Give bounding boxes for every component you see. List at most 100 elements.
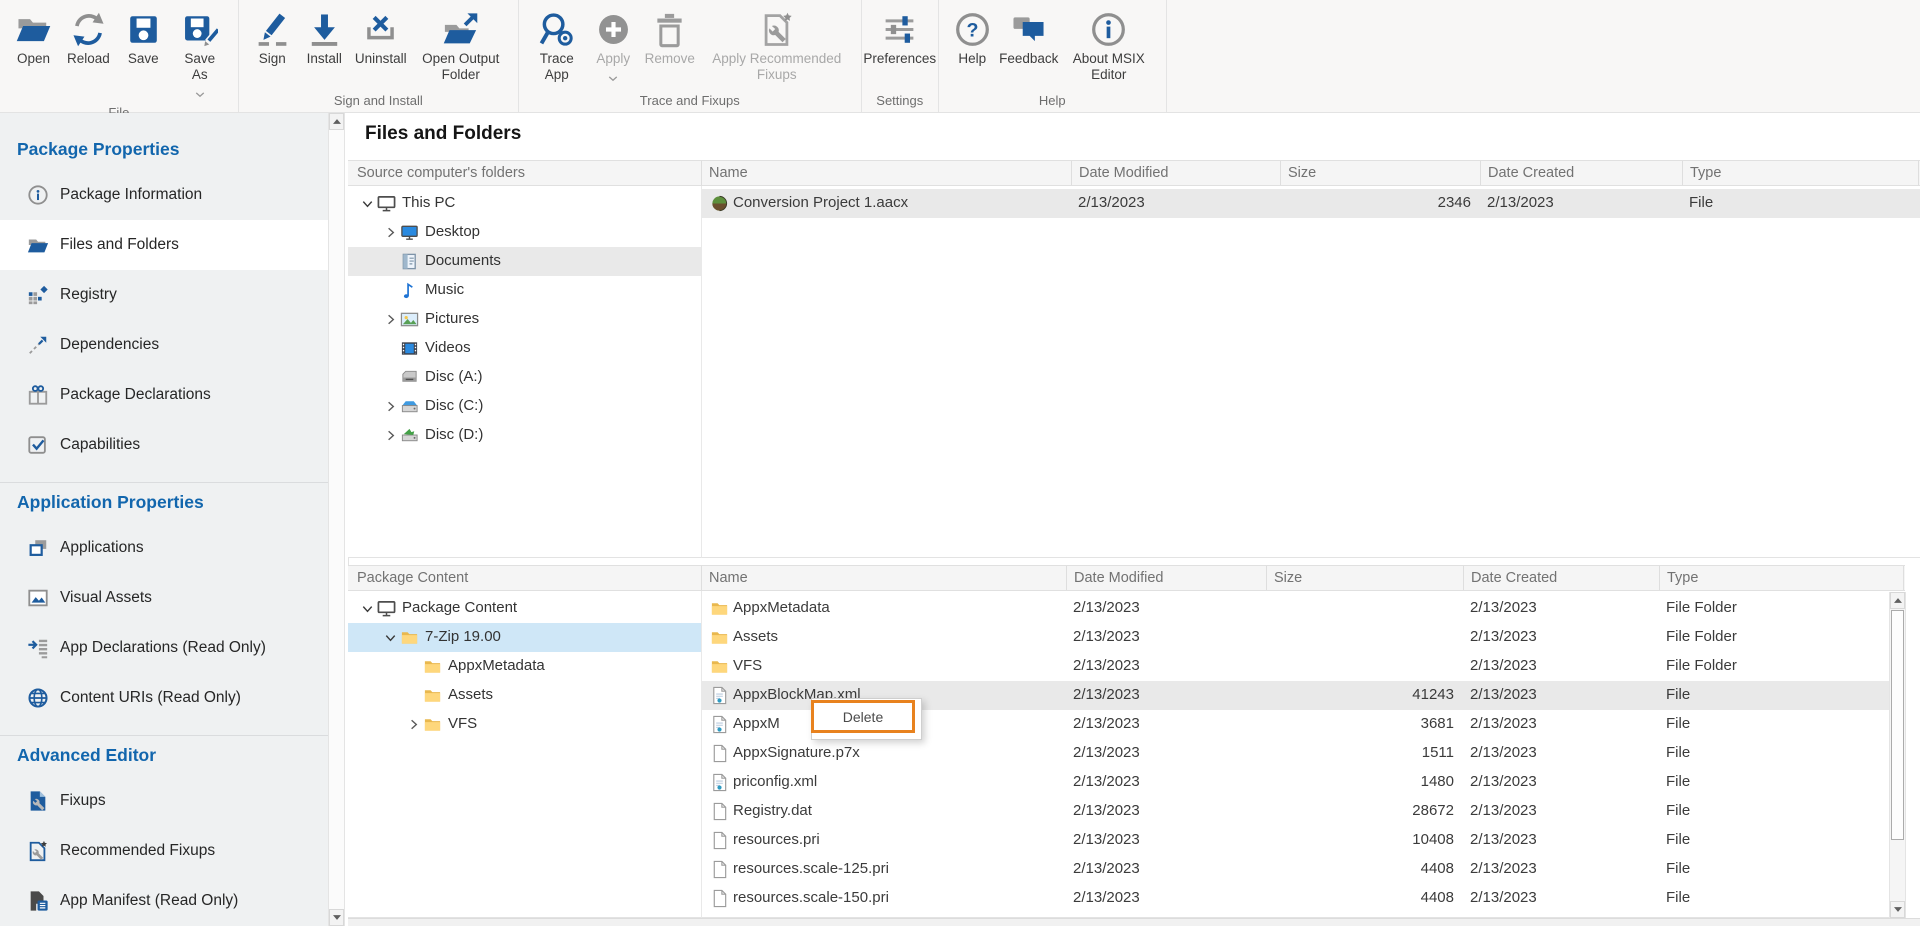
cell-date-created: 2/13/2023 bbox=[1470, 686, 1658, 703]
cell-date-created: 2/13/2023 bbox=[1470, 831, 1658, 848]
column-header-type[interactable]: Type bbox=[1660, 566, 1904, 590]
column-header-size[interactable]: Size bbox=[1267, 566, 1464, 590]
scroll-up-icon[interactable] bbox=[1890, 592, 1905, 609]
ribbon-button-install[interactable]: Install bbox=[300, 8, 349, 68]
expand-chevron-icon[interactable] bbox=[383, 312, 398, 327]
sidebar-scrollbar[interactable] bbox=[328, 113, 345, 926]
expand-chevron-icon[interactable] bbox=[383, 399, 398, 414]
package-content-header: Package Content bbox=[348, 565, 701, 591]
ribbon-button-open[interactable]: Open bbox=[9, 8, 58, 68]
ribbon-button-help[interactable]: ?Help bbox=[948, 8, 997, 68]
ribbon-button-apply-recommended-fixups[interactable]: Apply Recommended Fixups bbox=[702, 8, 852, 84]
expand-chevron-icon[interactable] bbox=[383, 225, 398, 240]
sidebar-item-dependencies[interactable]: Dependencies bbox=[0, 320, 328, 370]
scroll-down-icon[interactable] bbox=[329, 909, 344, 926]
sidebar-item-files-and-folders[interactable]: Files and Folders bbox=[0, 220, 328, 270]
tree-row-this-pc[interactable]: This PC bbox=[348, 189, 701, 218]
monitor-icon bbox=[377, 599, 396, 618]
list-row-resources-scale-125-pri[interactable]: resources.scale-125.pri2/13/202344082/13… bbox=[702, 855, 1889, 884]
sidebar-item-fixups[interactable]: Fixups bbox=[0, 776, 328, 826]
tree-row-pictures[interactable]: Pictures bbox=[348, 305, 701, 334]
applications-icon bbox=[27, 537, 49, 559]
column-header-date-modified[interactable]: Date Modified bbox=[1072, 161, 1281, 185]
list-row-resources-pri[interactable]: resources.pri2/13/2023104082/13/2023File bbox=[702, 826, 1889, 855]
tree-row-documents[interactable]: Documents bbox=[348, 247, 701, 276]
column-header-date-modified[interactable]: Date Modified bbox=[1067, 566, 1267, 590]
ribbon-button-feedback[interactable]: Feedback bbox=[1000, 8, 1058, 68]
tree-row-disc-c[interactable]: Disc (C:) bbox=[348, 392, 701, 421]
sidebar-item-applications[interactable]: Applications bbox=[0, 523, 328, 573]
tree-row-videos[interactable]: Videos bbox=[348, 334, 701, 363]
ribbon-button-sign[interactable]: Sign bbox=[248, 8, 297, 68]
horizontal-scroll-strip[interactable] bbox=[348, 918, 1920, 926]
cell-date-modified: 2/13/2023 bbox=[1078, 194, 1279, 211]
expand-chevron-icon[interactable] bbox=[383, 428, 398, 443]
tree-row-vfs[interactable]: VFS bbox=[348, 710, 701, 739]
tree-row-desktop[interactable]: Desktop bbox=[348, 218, 701, 247]
ribbon-group-settings: PreferencesSettings bbox=[862, 0, 939, 112]
column-header-size[interactable]: Size bbox=[1281, 161, 1481, 185]
pictures-icon bbox=[400, 310, 419, 329]
collapse-chevron-icon[interactable] bbox=[360, 601, 375, 616]
tree-row-disc-d[interactable]: Disc (D:) bbox=[348, 421, 701, 450]
sidebar-item-app-declarations-read-only[interactable]: App Declarations (Read Only) bbox=[0, 623, 328, 673]
sidebar-item-recommended-fixups[interactable]: Recommended Fixups bbox=[0, 826, 328, 876]
expand-chevron-icon[interactable] bbox=[406, 717, 421, 732]
chevron-down-icon[interactable] bbox=[608, 69, 618, 87]
ribbon-button-save[interactable]: Save bbox=[119, 8, 168, 68]
collapse-chevron-icon[interactable] bbox=[383, 630, 398, 645]
sidebar-item-package-declarations[interactable]: Package Declarations bbox=[0, 370, 328, 420]
ribbon-button-reload[interactable]: Reload bbox=[61, 8, 116, 68]
sidebar-item-registry[interactable]: Registry bbox=[0, 270, 328, 320]
save-as-icon bbox=[181, 9, 218, 49]
list-row-appxsignature-p7x[interactable]: AppxSignature.p7x2/13/202315112/13/2023F… bbox=[702, 739, 1889, 768]
tree-row-appxmetadata[interactable]: AppxMetadata bbox=[348, 652, 701, 681]
sidebar-item-label: Content URIs (Read Only) bbox=[60, 689, 241, 707]
list-row-appxmetadata[interactable]: AppxMetadata2/13/20232/13/2023File Folde… bbox=[702, 594, 1889, 623]
collapse-chevron-icon[interactable] bbox=[360, 196, 375, 211]
ribbon-button-save-as[interactable]: Save As bbox=[171, 8, 229, 104]
sidebar-item-content-uris-read-only[interactable]: Content URIs (Read Only) bbox=[0, 673, 328, 723]
column-header-type[interactable]: Type bbox=[1683, 161, 1919, 185]
sidebar-item-visual-assets[interactable]: Visual Assets bbox=[0, 573, 328, 623]
files-folders-icon bbox=[27, 234, 49, 256]
column-header-date-created[interactable]: Date Created bbox=[1481, 161, 1683, 185]
list-row-registry-dat[interactable]: Registry.dat2/13/2023286722/13/2023File bbox=[702, 797, 1889, 826]
ribbon-button-remove[interactable]: Remove bbox=[641, 8, 699, 68]
cell-size: 4408 bbox=[1267, 860, 1454, 877]
column-header-name[interactable]: Name bbox=[702, 566, 1067, 590]
ribbon-button-preferences[interactable]: Preferences bbox=[871, 8, 929, 68]
tree-row-assets[interactable]: Assets bbox=[348, 681, 701, 710]
tree-row-disc-a[interactable]: Disc (A:) bbox=[348, 363, 701, 392]
chevron-down-icon[interactable] bbox=[195, 85, 205, 103]
ribbon-button-trace-app[interactable]: Trace App bbox=[528, 8, 586, 84]
ribbon-button-open-output-folder[interactable]: Open Output Folder bbox=[413, 8, 509, 84]
tree-row-7-zip-19-00[interactable]: 7-Zip 19.00 bbox=[348, 623, 701, 652]
scroll-up-icon[interactable] bbox=[329, 113, 344, 130]
tree-row-package-content[interactable]: Package Content bbox=[348, 594, 701, 623]
ribbon-button-uninstall[interactable]: Uninstall bbox=[352, 8, 410, 68]
sidebar-item-app-manifest-read-only[interactable]: App Manifest (Read Only) bbox=[0, 876, 328, 926]
column-header-date-created[interactable]: Date Created bbox=[1464, 566, 1660, 590]
ribbon-button-about-msix-editor[interactable]: About MSIX Editor bbox=[1061, 8, 1157, 84]
sidebar-item-label: Applications bbox=[60, 539, 144, 557]
ribbon-button-label: Save As bbox=[177, 51, 223, 83]
ribbon-group-label-sign-and-install: Sign and Install bbox=[239, 92, 518, 112]
ribbon-group-label-help: Help bbox=[939, 92, 1166, 112]
list-row-priconfig-xml[interactable]: priconfig.xml2/13/202314802/13/2023File bbox=[702, 768, 1889, 797]
ribbon-button-apply[interactable]: Apply bbox=[589, 8, 638, 88]
scrollbar-thumb[interactable] bbox=[1891, 610, 1904, 840]
list-row-resources-scale-150-pri[interactable]: resources.scale-150.pri2/13/202344082/13… bbox=[702, 884, 1889, 913]
list-row-assets[interactable]: Assets2/13/20232/13/2023File Folder bbox=[702, 623, 1889, 652]
sidebar-item-capabilities[interactable]: Capabilities bbox=[0, 420, 328, 470]
apply-recommended-fixups-icon bbox=[758, 9, 795, 49]
list-row-vfs[interactable]: VFS2/13/20232/13/2023File Folder bbox=[702, 652, 1889, 681]
tree-row-music[interactable]: Music bbox=[348, 276, 701, 305]
list-row-conversion-project-1-aacx[interactable]: Conversion Project 1.aacx2/13/202323462/… bbox=[702, 189, 1920, 218]
context-menu-item-delete[interactable]: Delete bbox=[811, 700, 915, 733]
scroll-down-icon[interactable] bbox=[1890, 901, 1905, 918]
column-header-name[interactable]: Name bbox=[702, 161, 1072, 185]
sidebar-item-package-information[interactable]: Package Information bbox=[0, 170, 328, 220]
uninstall-icon bbox=[362, 9, 399, 49]
package-list-scrollbar[interactable] bbox=[1889, 592, 1906, 918]
